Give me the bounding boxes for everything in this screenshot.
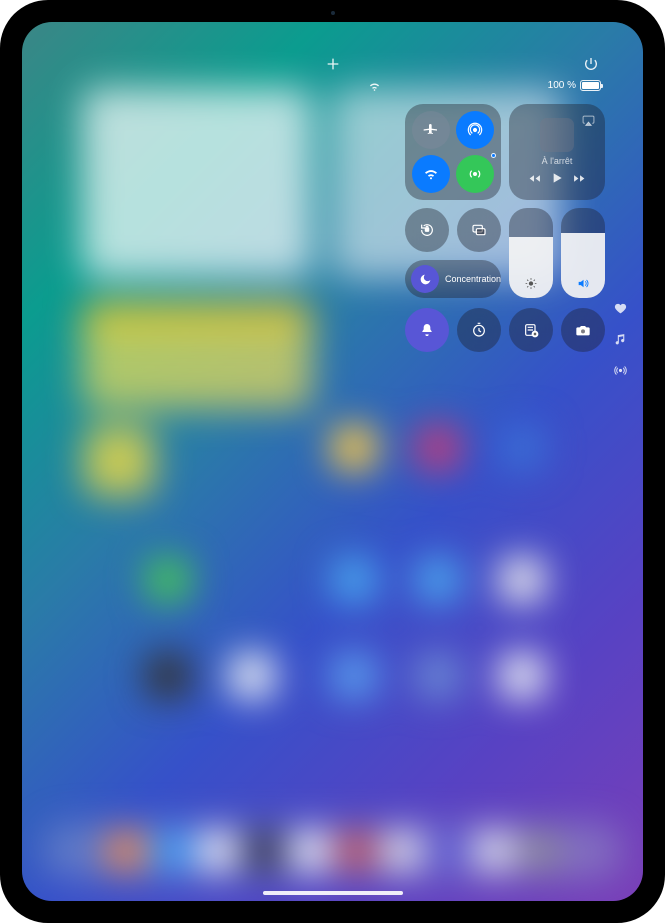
volume-slider[interactable] xyxy=(561,208,605,298)
bluetooth-dot-icon xyxy=(491,153,496,158)
front-camera xyxy=(331,11,335,15)
screen: 100 % xyxy=(22,22,643,901)
brightness-slider[interactable] xyxy=(509,208,553,298)
previous-track-button[interactable] xyxy=(528,172,541,185)
focus-label: Concentration xyxy=(445,275,501,284)
wifi-icon xyxy=(423,166,439,182)
airdrop-icon xyxy=(467,122,483,138)
control-center: À l'arrêt xyxy=(405,104,605,352)
next-track-button[interactable] xyxy=(573,172,586,185)
airplane-icon xyxy=(423,122,439,138)
favorite-icon[interactable] xyxy=(614,302,627,315)
power-icon xyxy=(583,56,599,72)
shortcuts-row xyxy=(405,308,605,352)
speaker-icon xyxy=(577,277,590,290)
timer-icon xyxy=(471,322,487,338)
connectivity-group xyxy=(405,104,501,200)
music-note-icon[interactable] xyxy=(614,333,627,346)
note-add-icon xyxy=(523,322,539,338)
focus-mode-button[interactable]: Concentration xyxy=(405,260,501,298)
add-control-button[interactable] xyxy=(325,56,341,72)
play-pause-button[interactable] xyxy=(549,170,565,186)
cellular-data-toggle[interactable] xyxy=(456,155,494,193)
nearby-share-icon[interactable] xyxy=(614,364,627,377)
cellular-icon xyxy=(467,166,483,182)
moon-icon xyxy=(411,265,439,293)
media-artwork-placeholder xyxy=(540,118,574,152)
forward-icon xyxy=(573,172,586,185)
rotation-lock-toggle[interactable] xyxy=(405,208,449,252)
home-indicator[interactable] xyxy=(263,891,403,895)
quick-note-button[interactable] xyxy=(509,308,553,352)
screen-mirroring-button[interactable] xyxy=(457,208,501,252)
airdrop-toggle[interactable] xyxy=(456,111,494,149)
rewind-icon xyxy=(528,172,541,185)
bell-icon xyxy=(419,322,435,338)
plus-icon xyxy=(325,56,341,72)
silent-mode-button[interactable] xyxy=(405,308,449,352)
airplane-mode-toggle[interactable] xyxy=(412,111,450,149)
wifi-status-icon xyxy=(368,80,381,93)
timer-button[interactable] xyxy=(457,308,501,352)
wifi-toggle[interactable] xyxy=(412,155,450,193)
airplay-icon xyxy=(582,114,595,127)
power-button[interactable] xyxy=(583,56,599,72)
sun-icon xyxy=(525,277,538,290)
camera-button[interactable] xyxy=(561,308,605,352)
media-status-label: À l'arrêt xyxy=(542,156,573,166)
rotation-lock-icon xyxy=(419,222,435,238)
camera-icon xyxy=(575,322,591,338)
media-playback-tile[interactable]: À l'arrêt xyxy=(509,104,605,200)
play-icon xyxy=(549,170,565,186)
device-frame: 100 % xyxy=(0,0,665,923)
battery-indicator: 100 % xyxy=(548,80,601,91)
side-quick-icons xyxy=(614,302,627,377)
battery-percent-label: 100 % xyxy=(548,80,576,91)
screen-mirroring-icon xyxy=(471,222,487,238)
airplay-button[interactable] xyxy=(582,114,595,127)
